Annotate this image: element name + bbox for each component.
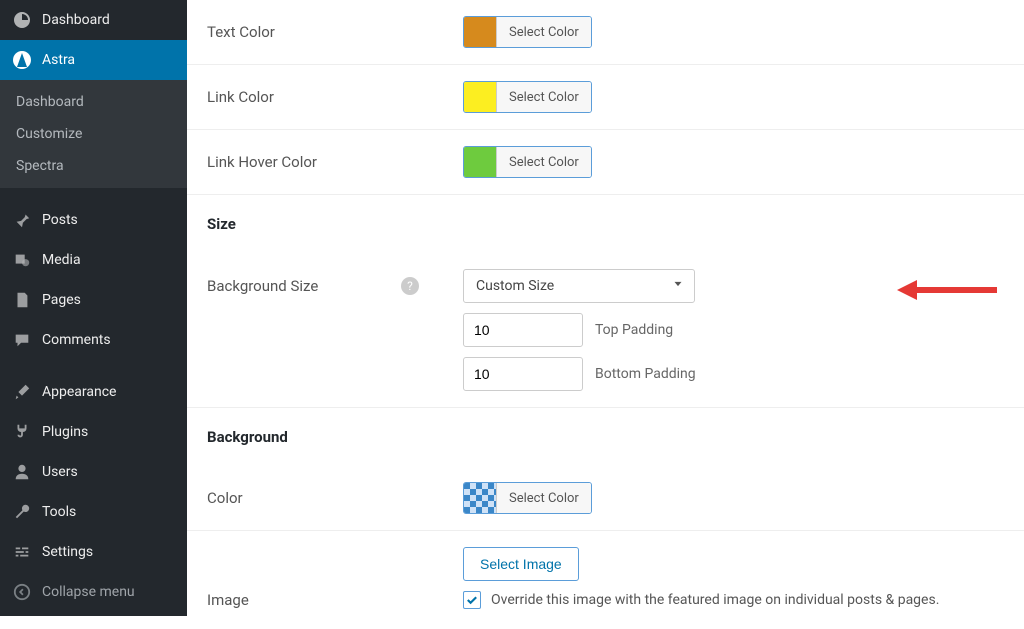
sidebar-label: Plugins xyxy=(42,424,88,440)
collapse-icon xyxy=(12,582,32,602)
submenu-item-dashboard[interactable]: Dashboard xyxy=(0,86,187,118)
dashboard-icon xyxy=(12,10,32,30)
sidebar-label: Astra xyxy=(42,52,75,68)
text-color-swatch xyxy=(464,17,496,47)
size-heading: Size xyxy=(187,195,443,253)
sidebar-item-dashboard[interactable]: Dashboard xyxy=(0,0,187,40)
text-color-picker[interactable]: Select Color xyxy=(463,16,592,48)
background-size-label: Background Size ? xyxy=(187,253,443,407)
wrench-icon xyxy=(12,502,32,522)
text-color-button[interactable]: Select Color xyxy=(496,17,591,47)
sidebar-label: Comments xyxy=(42,332,111,348)
pin-icon xyxy=(12,210,32,230)
image-label: Image xyxy=(187,531,443,629)
link-color-button[interactable]: Select Color xyxy=(496,82,591,112)
sidebar-label: Dashboard xyxy=(42,12,110,28)
bg-color-button[interactable]: Select Color xyxy=(496,483,591,513)
submenu-item-customize[interactable]: Customize xyxy=(0,118,187,150)
sidebar-label: Pages xyxy=(42,292,81,308)
background-heading: Background xyxy=(187,408,443,466)
plug-icon xyxy=(12,422,32,442)
bg-color-swatch xyxy=(464,483,496,513)
background-size-select[interactable]: Custom Size xyxy=(463,269,695,303)
sidebar-label: Users xyxy=(42,464,78,480)
sidebar-item-pages[interactable]: Pages xyxy=(0,280,187,320)
sidebar-item-users[interactable]: Users xyxy=(0,452,187,492)
link-hover-color-picker[interactable]: Select Color xyxy=(463,146,592,178)
sidebar-label: Appearance xyxy=(42,384,116,400)
override-text: Override this image with the featured im… xyxy=(491,592,939,608)
sidebar-item-settings[interactable]: Settings xyxy=(0,532,187,572)
sidebar-item-tools[interactable]: Tools xyxy=(0,492,187,532)
override-checkbox[interactable] xyxy=(463,591,481,609)
brush-icon xyxy=(12,382,32,402)
bottom-padding-input[interactable] xyxy=(463,357,583,391)
bg-color-picker[interactable]: Select Color xyxy=(463,482,592,514)
collapse-label: Collapse menu xyxy=(42,584,135,600)
sidebar-item-comments[interactable]: Comments xyxy=(0,320,187,360)
astra-icon xyxy=(12,50,32,70)
link-color-picker[interactable]: Select Color xyxy=(463,81,592,113)
bottom-padding-label: Bottom Padding xyxy=(595,366,696,382)
settings-main: Text Color Select Color Link Color Selec… xyxy=(187,0,1024,616)
top-padding-input[interactable] xyxy=(463,313,583,347)
media-icon xyxy=(12,250,32,270)
sidebar-item-media[interactable]: Media xyxy=(0,240,187,280)
sidebar-item-posts[interactable]: Posts xyxy=(0,200,187,240)
text-color-label: Text Color xyxy=(187,0,443,64)
sidebar-label: Media xyxy=(42,252,81,268)
comment-icon xyxy=(12,330,32,350)
sidebar-item-appearance[interactable]: Appearance xyxy=(0,372,187,412)
submenu-item-spectra[interactable]: Spectra xyxy=(0,150,187,182)
link-color-label: Link Color xyxy=(187,65,443,129)
admin-sidebar: Dashboard Astra Dashboard Customize Spec… xyxy=(0,0,187,616)
select-image-button[interactable]: Select Image xyxy=(463,547,579,581)
link-color-swatch xyxy=(464,82,496,112)
collapse-menu-button[interactable]: Collapse menu xyxy=(0,572,187,612)
top-padding-label: Top Padding xyxy=(595,322,673,338)
page-icon xyxy=(12,290,32,310)
sidebar-label: Settings xyxy=(42,544,93,560)
help-icon[interactable]: ? xyxy=(401,277,419,295)
sidebar-item-plugins[interactable]: Plugins xyxy=(0,412,187,452)
link-hover-color-label: Link Hover Color xyxy=(187,130,443,194)
bg-color-label: Color xyxy=(187,466,443,530)
link-hover-color-button[interactable]: Select Color xyxy=(496,147,591,177)
sidebar-label: Posts xyxy=(42,212,78,228)
sidebar-submenu: Dashboard Customize Spectra xyxy=(0,80,187,188)
sidebar-item-astra[interactable]: Astra xyxy=(0,40,187,80)
sidebar-label: Tools xyxy=(42,504,76,520)
sliders-icon xyxy=(12,542,32,562)
user-icon xyxy=(12,462,32,482)
link-hover-color-swatch xyxy=(464,147,496,177)
